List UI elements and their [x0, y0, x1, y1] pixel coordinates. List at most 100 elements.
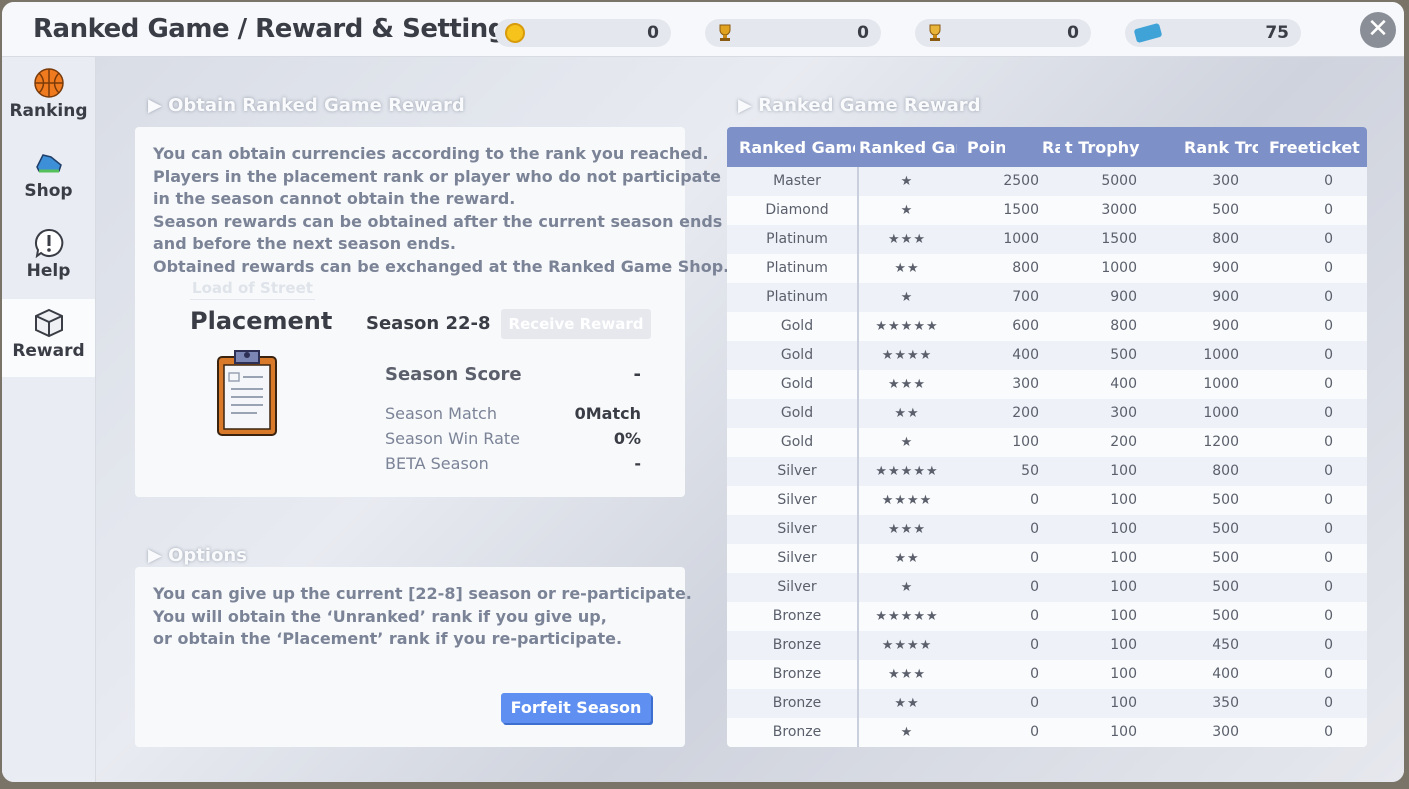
value-cell: 100	[1110, 492, 1137, 508]
coin-icon	[505, 23, 525, 43]
beta-season-label: BETA Season	[385, 454, 489, 473]
sidebar-item-label: Help	[26, 261, 71, 281]
column-header: Ranked Game	[739, 138, 855, 157]
rank-cell: Bronze	[772, 724, 822, 740]
sidebar-item-shop[interactable]: Shop	[2, 139, 95, 217]
value-cell: 300	[1212, 724, 1239, 740]
value-cell: 100	[1110, 521, 1137, 537]
tier-stars-cell: ★	[900, 435, 914, 450]
top-bar: Ranked Game / Reward & Settings 0 0 0 75…	[2, 2, 1404, 57]
coin-counter: 0	[495, 19, 671, 47]
table-row: Silver ★★ 0 100 500 0	[727, 544, 1367, 573]
value-cell: 0	[1324, 289, 1333, 305]
value-cell: 3000	[1101, 202, 1137, 218]
tier-stars-cell: ★★★★★	[875, 464, 939, 479]
rank-name: Placement	[190, 307, 333, 335]
obtain-heading: ▶ Obtain Ranked Game Reward	[148, 95, 465, 116]
value-cell: 500	[1212, 608, 1239, 624]
value-cell: 1000	[1203, 376, 1239, 392]
value-cell: 100	[1110, 695, 1137, 711]
column-header: Point	[967, 138, 1005, 157]
rank-cell: Bronze	[772, 695, 822, 711]
value-cell: 0	[1030, 666, 1039, 682]
season-match-value: 0Match	[574, 404, 641, 423]
value-cell: 400	[1212, 666, 1239, 682]
value-cell: 0	[1324, 347, 1333, 363]
rank-cell: Gold	[780, 434, 814, 450]
close-button[interactable]: ✕	[1360, 12, 1396, 48]
season-label: Season 22-8	[366, 313, 491, 334]
value-cell: 0	[1324, 608, 1333, 624]
rank-cell: Bronze	[772, 666, 822, 682]
value-cell: 50	[1021, 463, 1039, 479]
value-cell: 0	[1324, 695, 1333, 711]
sidebar-item-ranking[interactable]: Ranking	[2, 59, 95, 137]
options-text-line: You can give up the current [22-8] seaso…	[153, 584, 692, 603]
rank-cell: Gold	[780, 376, 814, 392]
value-cell: 0	[1030, 579, 1039, 595]
sidebar-item-label: Ranking	[9, 101, 88, 121]
sidebar-item-help[interactable]: Help	[2, 219, 95, 297]
value-cell: 0	[1324, 579, 1333, 595]
value-cell: 0	[1324, 666, 1333, 682]
value-cell: 900	[1110, 289, 1137, 305]
window-title: Ranked Game / Reward & Settings	[33, 14, 521, 44]
exclamation-icon	[34, 228, 63, 259]
forfeit-season-button[interactable]: Forfeit Season	[501, 693, 651, 723]
content-area: ▶ Obtain Ranked Game Reward You can obta…	[96, 57, 1404, 782]
season-match-label: Season Match	[385, 404, 497, 423]
options-panel: You can give up the current [22-8] seaso…	[135, 567, 692, 747]
tier-stars-cell: ★★★★	[881, 638, 933, 653]
reward-table-heading: ▶ Ranked Game Reward	[738, 95, 981, 116]
tier-stars-cell: ★★★	[888, 667, 926, 682]
value-cell: 100	[1110, 579, 1137, 595]
tier-stars-cell: ★★★★	[881, 493, 933, 508]
tier-stars-cell: ★★★	[888, 377, 926, 392]
sneaker-icon	[35, 154, 62, 173]
season-win-rate-label: Season Win Rate	[385, 429, 520, 448]
value-cell: 200	[1110, 434, 1137, 450]
obtain-text-line: Season rewards can be obtained after the…	[153, 211, 723, 231]
reward-table: Ranked Game Ranked Gan Point Ra t Trophy…	[727, 127, 1367, 747]
value-cell: 700	[1012, 289, 1039, 305]
rank-subtitle: Load of Street	[192, 279, 313, 297]
value-cell: 600	[1012, 318, 1039, 334]
table-row: Bronze ★ 0 100 300 0	[727, 718, 1367, 747]
season-score-value: -	[633, 364, 641, 385]
value-cell: 100	[1110, 608, 1137, 624]
value-cell: 1000	[1203, 347, 1239, 363]
ranked-reward-window: Ranked Game / Reward & Settings 0 0 0 75…	[2, 2, 1404, 782]
box-icon	[34, 308, 63, 338]
tier-stars-cell: ★★	[894, 551, 920, 566]
sidebar: Ranking Shop Help Reward	[2, 57, 96, 782]
value-cell: 1000	[1003, 231, 1039, 247]
sidebar-item-label: Shop	[24, 181, 73, 201]
receive-reward-button[interactable]: Receive Reward	[501, 309, 651, 339]
value-cell: 500	[1212, 492, 1239, 508]
value-cell: 0	[1324, 521, 1333, 537]
rank-cell: Platinum	[766, 231, 828, 247]
value-cell: 0	[1324, 202, 1333, 218]
rank-divider	[190, 299, 315, 300]
value-cell: 0	[1030, 724, 1039, 740]
clipboard-icon	[217, 350, 277, 436]
table-row: Platinum ★★ 800 1000 900 0	[727, 254, 1367, 283]
value-cell: 0	[1324, 434, 1333, 450]
value-cell: 800	[1212, 231, 1239, 247]
sidebar-item-reward[interactable]: Reward	[2, 299, 95, 377]
tier-stars-cell: ★	[900, 174, 914, 189]
value-cell: 200	[1012, 405, 1039, 421]
value-cell: 1000	[1203, 405, 1239, 421]
table-row: Bronze ★★ 0 100 350 0	[727, 689, 1367, 718]
column-header: Ra	[1042, 138, 1060, 157]
value-cell: 1500	[1003, 202, 1039, 218]
rank-cell: Gold	[780, 318, 814, 334]
obtain-text-line: Players in the placement rank or player …	[153, 166, 721, 186]
ticket-counter: 75	[1125, 19, 1301, 47]
value-cell: 900	[1212, 318, 1239, 334]
value-cell: 0	[1324, 637, 1333, 653]
value-cell: 0	[1324, 318, 1333, 334]
value-cell: 350	[1212, 695, 1239, 711]
tier-stars-cell: ★	[900, 580, 914, 595]
table-row: Bronze ★★★★★ 0 100 500 0	[727, 602, 1367, 631]
